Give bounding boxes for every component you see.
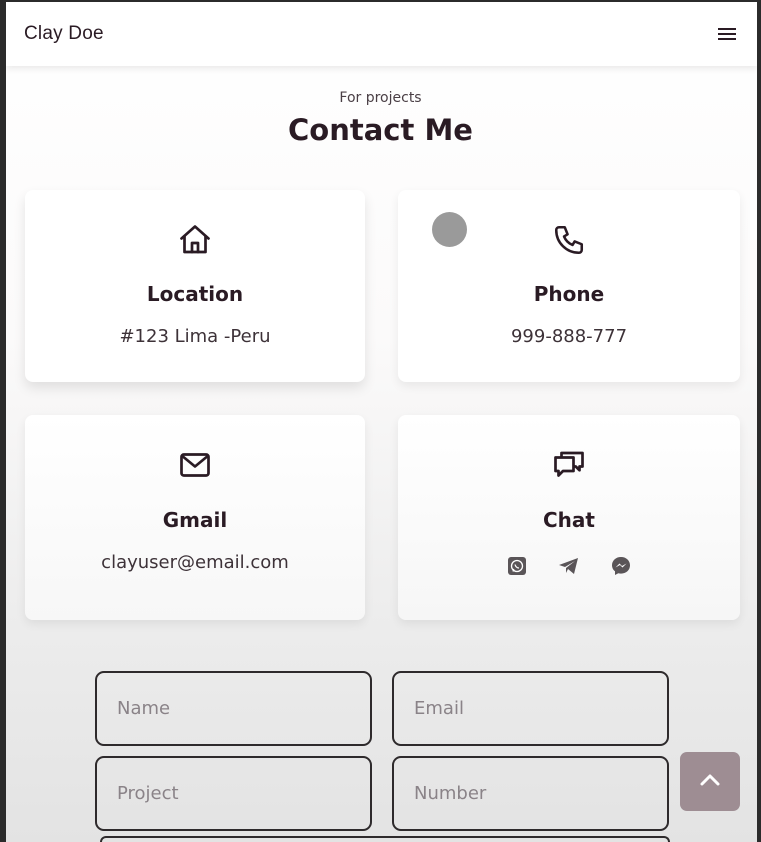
- messenger-icon[interactable]: [610, 555, 632, 577]
- phone-icon: [549, 220, 589, 260]
- logo-link[interactable]: Clay Doe: [24, 23, 104, 45]
- section-subtitle: For projects: [339, 90, 422, 106]
- telegram-icon[interactable]: [558, 555, 580, 577]
- number-input[interactable]: [392, 756, 669, 831]
- gmail-card: Gmail clayuser@email.com: [25, 415, 365, 620]
- project-input[interactable]: [95, 756, 372, 831]
- phone-value: 999-888-777: [510, 326, 628, 347]
- mail-icon: [175, 445, 215, 485]
- chevron-up-icon: [699, 773, 721, 790]
- phone-title: Phone: [533, 282, 605, 306]
- location-card: Location #123 Lima -Peru: [25, 190, 365, 382]
- whatsapp-icon[interactable]: [506, 555, 528, 577]
- gmail-title: Gmail: [162, 508, 228, 532]
- scroll-up-button[interactable]: [680, 752, 740, 811]
- home-icon: [175, 220, 215, 260]
- email-input[interactable]: [392, 671, 669, 746]
- chat-card: Chat: [398, 415, 740, 620]
- chat-icon: [549, 445, 589, 485]
- location-value: #123 Lima -Peru: [119, 326, 271, 347]
- gmail-value: clayuser@email.com: [101, 552, 289, 573]
- name-input[interactable]: [95, 671, 372, 746]
- chat-links: [398, 555, 740, 577]
- top-navbar: Clay Doe: [6, 2, 757, 66]
- cursor-indicator: [432, 212, 467, 247]
- chat-title: Chat: [543, 508, 595, 532]
- message-textarea-edge[interactable]: [100, 836, 670, 842]
- location-title: Location: [146, 282, 244, 306]
- hamburger-menu-icon[interactable]: [717, 25, 739, 43]
- section-title: Contact Me: [288, 113, 473, 147]
